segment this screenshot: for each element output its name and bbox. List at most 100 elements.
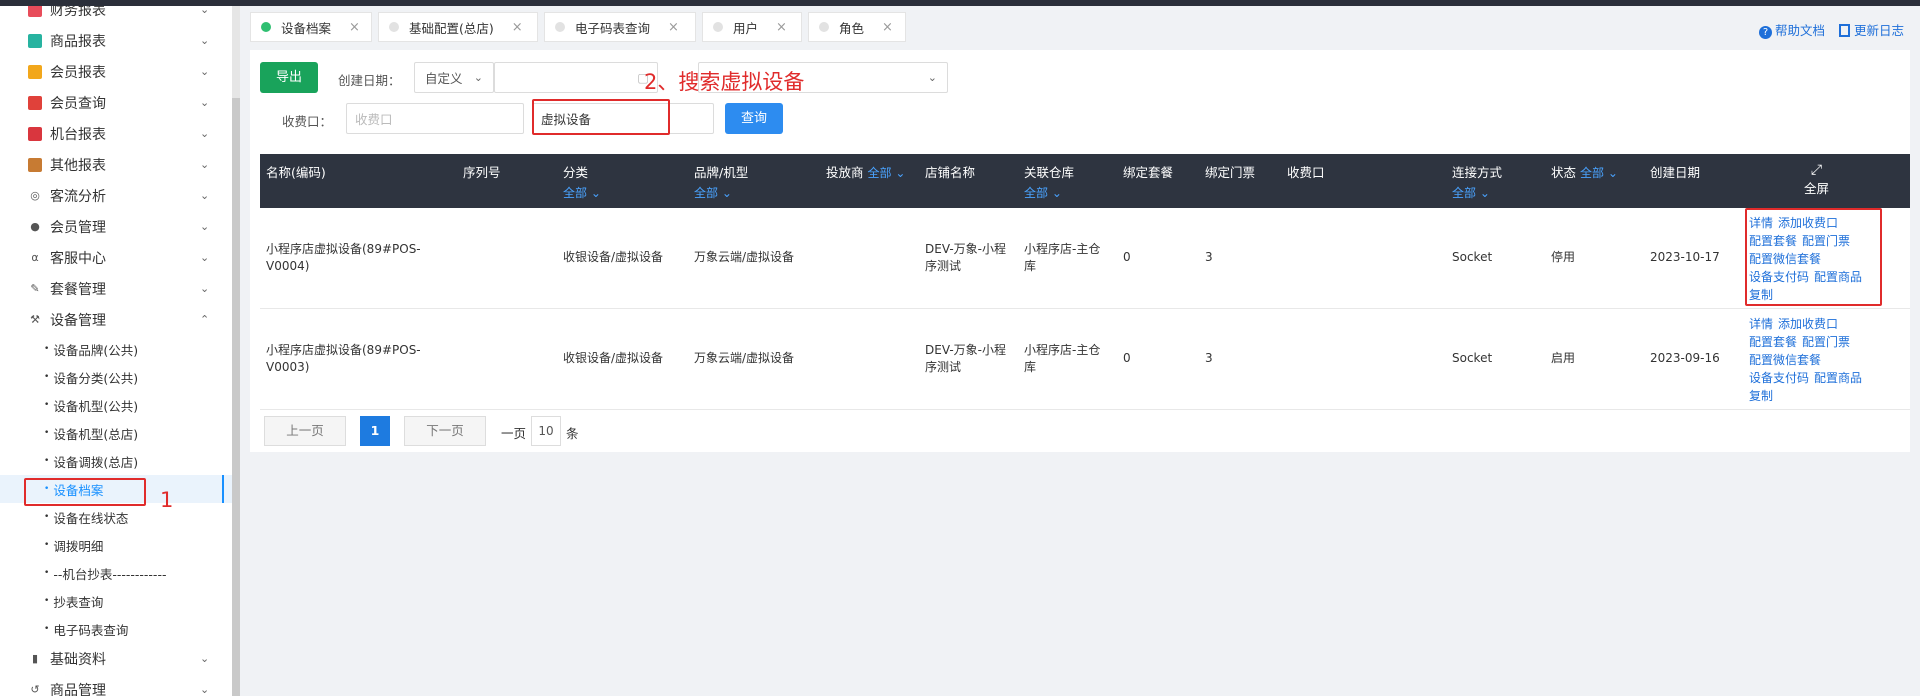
changelog-link[interactable]: 更新日志 bbox=[1838, 20, 1904, 39]
pay-code-link[interactable]: 设备支付码 bbox=[1749, 371, 1809, 385]
cell-brand: 万象云端/虚拟设备 bbox=[694, 351, 795, 365]
tab-basic-config[interactable]: 基础配置(总店) × bbox=[378, 12, 538, 42]
sidebar-sub-transfer-detail[interactable]: • 调拨明细 bbox=[0, 531, 232, 559]
col-connect[interactable]: 连接方式 全部 ⌄ bbox=[1452, 162, 1502, 201]
device-manage-icon: ⚒ bbox=[30, 312, 40, 326]
col-investor[interactable]: 投放商 全部 ⌄ bbox=[826, 162, 905, 181]
close-icon[interactable]: × bbox=[668, 20, 679, 35]
sidebar-item-finance-report[interactable]: 财务报表 ⌄ bbox=[0, 6, 232, 25]
row-actions: 详情 添加收费口 配置套餐 配置门票 配置微信套餐 设备支付码 配置商品 复制 bbox=[1749, 315, 1879, 405]
sidebar-sub-device-category[interactable]: • 设备分类(公共) bbox=[0, 363, 232, 391]
next-page-button[interactable]: 下一页 bbox=[404, 416, 486, 446]
fullscreen-toggle[interactable]: ⤢ 全屏 bbox=[1804, 162, 1829, 197]
help-docs-link[interactable]: ? 帮助文档 bbox=[1758, 20, 1825, 39]
tab-e-meter-query[interactable]: 电子码表查询 × bbox=[544, 12, 696, 42]
chevron-down-icon: ⌄ bbox=[200, 189, 210, 202]
cell-category: 收银设备/虚拟设备 bbox=[563, 351, 664, 365]
cell-package: 0 bbox=[1123, 351, 1131, 365]
annotation-step1: 1 bbox=[160, 488, 174, 512]
goods-report-icon bbox=[28, 33, 42, 48]
tab-status-dot bbox=[555, 22, 565, 32]
col-brand[interactable]: 品牌/机型 全部 ⌄ bbox=[694, 162, 748, 201]
cashier-input[interactable]: 收费口 bbox=[346, 103, 524, 134]
finance-report-icon bbox=[28, 6, 42, 17]
sidebar-sub-meter-divider[interactable]: • --机台抄表------------ bbox=[0, 559, 232, 587]
sidebar-item-machine-report[interactable]: 机台报表 ⌄ bbox=[0, 118, 232, 149]
export-button[interactable]: 导出 bbox=[260, 62, 318, 93]
goods-manage-icon: ↺ bbox=[30, 682, 40, 696]
sidebar-item-service-center[interactable]: ⍺ 客服中心 ⌄ bbox=[0, 242, 232, 273]
chevron-down-icon: ⌄ bbox=[473, 71, 483, 84]
col-status[interactable]: 状态 全部 ⌄ bbox=[1551, 162, 1618, 181]
top-bar bbox=[0, 0, 1920, 6]
chevron-down-icon: ⌄ bbox=[200, 6, 210, 16]
cell-package: 0 bbox=[1123, 250, 1131, 264]
sidebar-item-traffic-analysis[interactable]: ◎ 客流分析 ⌄ bbox=[0, 180, 232, 211]
close-icon[interactable]: × bbox=[349, 20, 360, 35]
member-query-icon bbox=[28, 95, 42, 110]
sidebar-item-other-report[interactable]: 其他报表 ⌄ bbox=[0, 149, 232, 180]
sidebar-item-device-manage[interactable]: ⚒ 设备管理 ⌃ bbox=[0, 304, 232, 335]
config-package-link[interactable]: 配置套餐 bbox=[1749, 335, 1797, 349]
sidebar-sub-device-online[interactable]: • 设备在线状态 bbox=[0, 503, 232, 531]
chevron-down-icon: ⌄ bbox=[200, 34, 210, 47]
tab-user[interactable]: 用户 × bbox=[702, 12, 802, 42]
page-1-button[interactable]: 1 bbox=[360, 416, 390, 446]
config-wechat-link[interactable]: 配置微信套餐 bbox=[1749, 353, 1821, 367]
table-header: 名称(编码) 序列号 分类 全部 ⌄ 品牌/机型 全部 ⌄ 投放商 全部 ⌄ 店铺名称… bbox=[260, 154, 1910, 208]
close-icon[interactable]: × bbox=[776, 20, 787, 35]
cell-name: 小程序店虚拟设备(89#POS- V0004) bbox=[266, 242, 421, 273]
sidebar-item-member-query[interactable]: 会员查询 ⌄ bbox=[0, 87, 232, 118]
cell-category: 收银设备/虚拟设备 bbox=[563, 250, 664, 264]
col-name: 名称(编码) bbox=[266, 165, 326, 180]
prev-page-button[interactable]: 上一页 bbox=[264, 416, 346, 446]
add-cashier-link[interactable]: 添加收费口 bbox=[1778, 317, 1838, 331]
sidebar-sub-device-model-hq[interactable]: • 设备机型(总店) bbox=[0, 419, 232, 447]
annotation-box-step2 bbox=[532, 99, 670, 135]
sidebar-item-package-manage[interactable]: ✎ 套餐管理 ⌄ bbox=[0, 273, 232, 304]
chevron-down-icon: ⌄ bbox=[200, 96, 210, 109]
sidebar-item-goods-report[interactable]: 商品报表 ⌄ bbox=[0, 25, 232, 56]
machine-report-icon bbox=[28, 126, 42, 141]
close-icon[interactable]: × bbox=[882, 20, 893, 35]
col-category[interactable]: 分类 全部 ⌄ bbox=[563, 162, 601, 201]
detail-link[interactable]: 详情 bbox=[1749, 317, 1773, 331]
sidebar-item-goods-manage[interactable]: ↺ 商品管理 ⌄ bbox=[0, 674, 232, 696]
sidebar-sub-device-model-public[interactable]: • 设备机型(公共) bbox=[0, 391, 232, 419]
warehouse-filter[interactable]: 全部 ⌄ bbox=[1024, 184, 1074, 201]
col-warehouse[interactable]: 关联仓库 全部 ⌄ bbox=[1024, 162, 1074, 201]
query-button[interactable]: 查询 bbox=[725, 103, 783, 134]
close-icon[interactable]: × bbox=[512, 20, 523, 35]
category-filter[interactable]: 全部 ⌄ bbox=[563, 184, 601, 201]
sidebar-sub-e-meter-query[interactable]: • 电子码表查询 bbox=[0, 615, 232, 643]
brand-filter[interactable]: 全部 ⌄ bbox=[694, 184, 748, 201]
investor-filter[interactable]: 全部 ⌄ bbox=[868, 166, 906, 180]
cashier-label: 收费口： bbox=[282, 114, 333, 129]
sidebar-sub-device-transfer[interactable]: • 设备调拨(总店) bbox=[0, 447, 232, 475]
tab-device-archive[interactable]: 设备档案 × bbox=[250, 12, 372, 42]
traffic-analysis-icon: ◎ bbox=[30, 188, 40, 202]
table-row: 小程序店虚拟设备(89#POS- V0004) 收银设备/虚拟设备 万象云端/虚拟… bbox=[260, 208, 1910, 309]
expand-icon: ⤢ bbox=[1810, 162, 1823, 178]
config-goods-link[interactable]: 配置商品 bbox=[1814, 371, 1862, 385]
status-filter[interactable]: 全部 ⌄ bbox=[1580, 166, 1618, 180]
config-ticket-link[interactable]: 配置门票 bbox=[1802, 335, 1850, 349]
date-start-input[interactable]: ▢ bbox=[494, 62, 658, 93]
col-store: 店铺名称 bbox=[925, 165, 976, 180]
sidebar-sub-device-brand[interactable]: • 设备品牌(公共) bbox=[0, 335, 232, 363]
copy-link[interactable]: 复制 bbox=[1749, 389, 1773, 403]
per-page-prefix: 一页 bbox=[501, 426, 527, 441]
tab-role[interactable]: 角色 × bbox=[808, 12, 906, 42]
connect-filter[interactable]: 全部 ⌄ bbox=[1452, 184, 1502, 201]
cell-created: 2023-09-16 bbox=[1650, 351, 1720, 365]
sidebar-item-basic-data[interactable]: ▮ 基础资料 ⌄ bbox=[0, 643, 232, 674]
date-mode-select[interactable]: 自定义 ⌄ bbox=[414, 62, 494, 93]
page-size-input[interactable]: 10 bbox=[531, 416, 561, 446]
sidebar-item-member-manage[interactable]: ● 会员管理 ⌄ bbox=[0, 211, 232, 242]
sidebar-sub-meter-query[interactable]: • 抄表查询 bbox=[0, 587, 232, 615]
sidebar-scrollbar-thumb[interactable] bbox=[232, 98, 240, 696]
cell-connect: Socket bbox=[1452, 351, 1493, 365]
sidebar-item-member-report[interactable]: 会员报表 ⌄ bbox=[0, 56, 232, 87]
sidebar: 财务报表 ⌄ 商品报表 ⌄ 会员报表 ⌄ 会员查询 ⌄ 机台报表 ⌄ 其他报表 ⌄ ◎ 客流分… bbox=[0, 6, 240, 696]
per-page-unit: 条 bbox=[566, 426, 579, 441]
